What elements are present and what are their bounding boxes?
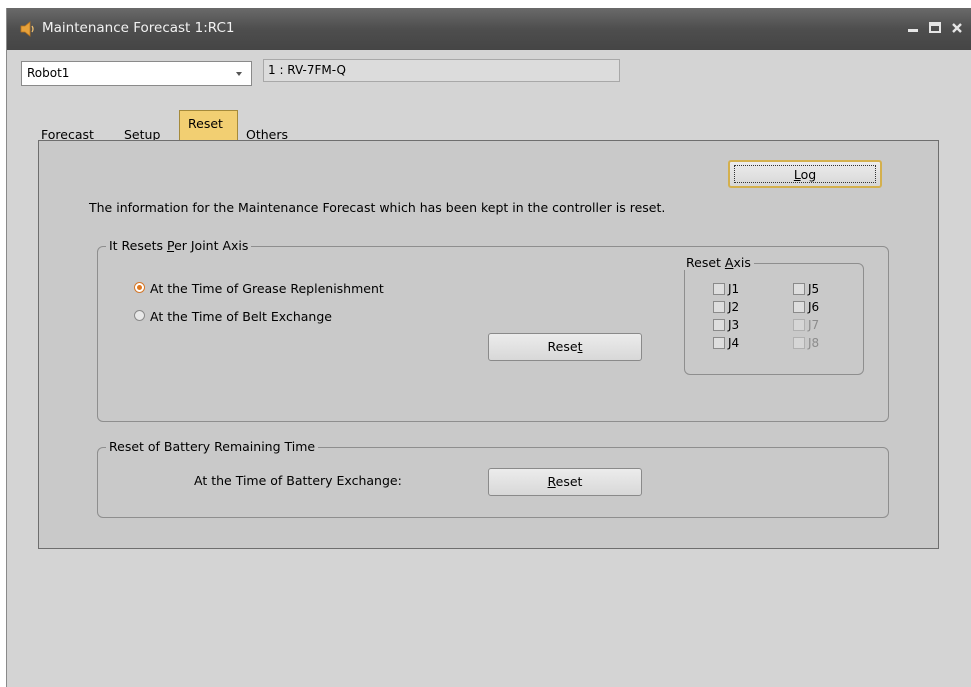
checkbox-box [713, 337, 725, 349]
checkbox-box [793, 337, 805, 349]
reset-battery-button[interactable]: Reset [488, 468, 642, 496]
checkbox-j6-label: J6 [808, 300, 820, 314]
checkbox-j7-label: J7 [808, 318, 820, 332]
legend-accesskey: P [166, 238, 175, 253]
checkbox-box [793, 283, 805, 295]
tab-reset[interactable]: Reset [179, 110, 238, 140]
title-bar[interactable]: Maintenance Forecast 1:RC1 [7, 8, 971, 50]
reset-axis-legend: Reset Axis [683, 255, 754, 270]
chevron-down-icon [236, 72, 242, 76]
reset-joint-button[interactable]: Reset [488, 333, 642, 361]
robot-dropdown[interactable]: Robot1 [21, 61, 252, 86]
maximize-icon[interactable] [927, 20, 943, 36]
battery-exchange-label: At the Time of Battery Exchange: [194, 473, 402, 488]
radio-button-unselected [134, 310, 145, 321]
robot-dropdown-value: Robot1 [27, 66, 70, 80]
close-icon[interactable] [949, 20, 965, 36]
radio-belt-label: At the Time of Belt Exchange [150, 309, 332, 324]
reset-tab-panel: Log The information for the Maintenance … [38, 140, 939, 549]
per-joint-axis-group: It Resets Per Joint Axis At the Time of … [97, 238, 889, 422]
checkbox-j5-label: J5 [808, 282, 820, 296]
checkbox-box [713, 301, 725, 313]
reset-axis-legend-pre: Reset [686, 255, 725, 270]
battery-reset-legend: Reset of Battery Remaining Time [106, 439, 319, 454]
checkbox-j2-label: J2 [728, 300, 740, 314]
reset-axis-legend-post: xis [733, 255, 751, 270]
checkbox-box [713, 319, 725, 331]
speaker-icon [20, 21, 34, 37]
log-button-accesskey: L [793, 167, 801, 182]
log-button-focus-rect: Log [734, 165, 876, 183]
legend-text-post: er Joint Axis [174, 238, 249, 253]
radio-grease-label: At the Time of Grease Replenishment [150, 281, 384, 296]
checkbox-j8-label: J8 [808, 336, 820, 350]
checkbox-box [793, 301, 805, 313]
checkbox-box [713, 283, 725, 295]
reset-axis-group: Reset Axis J1 J2 J3 J4 J5 J6 J7 J8 [683, 255, 864, 375]
log-button[interactable]: Log [728, 160, 882, 188]
robot-model-value: 1 : RV-7FM-Q [268, 63, 346, 77]
reset-joint-label-pre: Rese [547, 339, 578, 354]
per-joint-axis-legend: It Resets Per Joint Axis [106, 238, 252, 253]
maintenance-forecast-window: Maintenance Forecast 1:RC1 Robot1 1 : RV… [6, 8, 971, 687]
window-title: Maintenance Forecast 1:RC1 [42, 20, 235, 36]
radio-button-selected [134, 282, 145, 293]
tab-reset-label: Reset [188, 116, 223, 131]
reset-joint-accesskey: t [577, 339, 583, 354]
checkbox-j4-label: J4 [728, 336, 740, 350]
robot-model-field: 1 : RV-7FM-Q [263, 59, 620, 82]
reset-battery-label-post: eset [555, 474, 583, 489]
reset-battery-accesskey: R [547, 474, 556, 489]
log-button-label-post: og [800, 167, 817, 182]
legend-text-pre: It Resets [109, 238, 167, 253]
checkbox-box [793, 319, 805, 331]
checkbox-j1-label: J1 [728, 282, 740, 296]
minimize-icon[interactable] [905, 20, 921, 36]
checkbox-j3-label: J3 [728, 318, 740, 332]
reset-description: The information for the Maintenance Fore… [89, 200, 666, 215]
battery-reset-group: Reset of Battery Remaining Time At the T… [97, 439, 889, 518]
